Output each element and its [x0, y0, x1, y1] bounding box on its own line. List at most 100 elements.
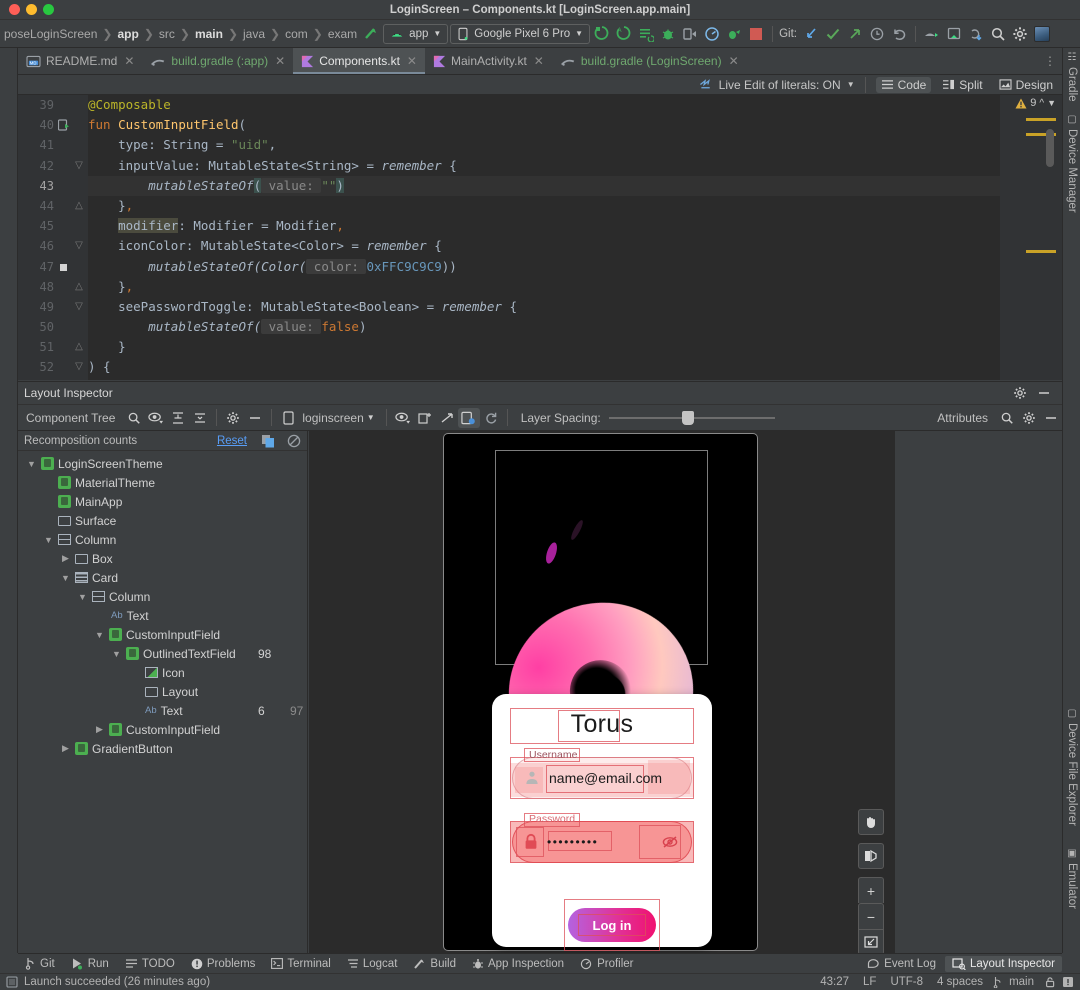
panel-settings-gear-icon[interactable]	[1008, 386, 1032, 400]
bottom-item-run[interactable]: Run	[64, 955, 116, 972]
tree-node-text-inner[interactable]: Ab Text 6 97	[18, 701, 307, 720]
pan-tool-button[interactable]	[858, 809, 884, 835]
status-message[interactable]: Launch succeeded (26 minutes ago)	[24, 976, 210, 988]
fold-marker[interactable]: △	[74, 277, 84, 297]
fold-marker[interactable]: ▽	[74, 297, 84, 317]
lock-status-icon[interactable]	[1044, 976, 1056, 988]
device-preview-canvas[interactable]: Torus name@email.com Username ••••••••• …	[309, 431, 894, 955]
zoom-fit-button[interactable]	[858, 929, 884, 955]
tree-node-materialtheme[interactable]: ▶ MaterialTheme	[18, 473, 307, 492]
bottom-item-todo[interactable]: TODO	[118, 956, 182, 972]
breadcrumb-java[interactable]: java	[241, 27, 267, 41]
prev-problem-icon[interactable]: ^	[1039, 98, 1044, 109]
chevron-right-icon[interactable]: ▶	[94, 724, 105, 735]
tree-node-column-inner[interactable]: ▼ Column	[18, 587, 307, 606]
make-project-icon[interactable]	[361, 24, 381, 44]
attributes-panel[interactable]	[894, 431, 1062, 953]
reset-counts-link[interactable]: Reset	[217, 435, 247, 447]
git-rollback-icon[interactable]	[889, 24, 909, 44]
slider-knob[interactable]	[681, 410, 694, 425]
editor-mode-split[interactable]: Split	[937, 77, 987, 93]
device-selector[interactable]: Google Pixel 6 Pro ▼	[450, 23, 591, 44]
user-avatar[interactable]	[1032, 24, 1052, 44]
sync-gradle-icon[interactable]	[966, 24, 986, 44]
bottom-item-terminal[interactable]: Terminal	[264, 956, 337, 972]
tree-expand-all-icon[interactable]	[167, 408, 189, 428]
device-render[interactable]: Torus name@email.com Username ••••••••• …	[444, 434, 757, 951]
live-updates-toggle[interactable]	[457, 407, 480, 428]
bottom-item-logcat[interactable]: Logcat	[340, 956, 405, 972]
stop-button[interactable]	[746, 24, 766, 44]
fold-marker[interactable]: △	[74, 337, 84, 357]
breadcrumb-com[interactable]: com	[283, 27, 310, 41]
bottom-item-event-log[interactable]: Event Log	[860, 956, 943, 972]
tree-node-custominputfield[interactable]: ▼ CustomInputField	[18, 625, 307, 644]
tab-build-gradle-loginscreen[interactable]: build.gradle (LoginScreen) ✕	[552, 48, 747, 74]
breadcrumb-main[interactable]: main	[193, 27, 225, 41]
zoom-in-button[interactable]: +	[858, 877, 884, 903]
strip-item-device-file-explorer[interactable]: ▢ Device File Explorer	[1063, 708, 1080, 842]
fold-marker[interactable]: △	[74, 196, 84, 216]
editor-mode-code[interactable]: Code	[875, 76, 932, 93]
attributes-minimize-icon[interactable]	[1040, 408, 1062, 428]
chevron-down-icon[interactable]: ▼	[94, 630, 105, 640]
clear-counts-icon[interactable]	[281, 434, 301, 448]
close-icon[interactable]: ✕	[275, 54, 285, 68]
bottom-item-app-inspection[interactable]: App Inspection	[465, 956, 571, 972]
gutter-marker[interactable]	[1026, 118, 1056, 121]
chevron-down-icon[interactable]: ▼	[77, 592, 88, 602]
tab-readme[interactable]: MD README.md ✕	[18, 48, 142, 74]
avd-manager-icon[interactable]	[922, 24, 942, 44]
bottom-item-build[interactable]: Build	[406, 956, 463, 972]
close-icon[interactable]: ✕	[729, 54, 739, 68]
breadcrumb-exam[interactable]: exam	[326, 27, 359, 41]
chevron-right-icon[interactable]: ▶	[60, 743, 71, 754]
sdk-manager-icon[interactable]	[944, 24, 964, 44]
tree-node-box[interactable]: ▶ Box	[18, 549, 307, 568]
git-history-icon[interactable]	[867, 24, 887, 44]
git-push-icon[interactable]	[845, 24, 865, 44]
toggle-3d-icon[interactable]	[436, 408, 458, 428]
chevron-down-icon[interactable]: ▼	[111, 649, 122, 659]
eye-off-icon[interactable]	[661, 834, 679, 850]
zoom-out-button[interactable]: −	[858, 903, 884, 929]
inspection-status[interactable]: 9 ^ ▼	[1015, 97, 1056, 109]
layer-spacing-slider[interactable]	[608, 410, 775, 425]
fold-marker[interactable]: ▽	[74, 156, 84, 176]
chevron-down-icon[interactable]: ▼	[60, 573, 71, 583]
chevron-right-icon[interactable]: ▶	[60, 553, 71, 564]
layer-mode-button[interactable]	[858, 843, 884, 869]
chevron-down-icon[interactable]: ▼	[26, 459, 37, 469]
tree-node-layout[interactable]: Layout	[18, 682, 307, 701]
indent-setting[interactable]: 4 spaces	[933, 976, 987, 988]
attributes-gear-icon[interactable]	[1018, 408, 1040, 428]
password-field-wrap[interactable]: ••••••••• Password	[510, 813, 694, 863]
strip-item-emulator[interactable]: ▣ Emulator	[1063, 848, 1080, 922]
run-button[interactable]	[592, 24, 612, 44]
bottom-item-profiler[interactable]: Profiler	[573, 956, 640, 972]
component-tree[interactable]: ▼ LoginScreenTheme ▶ MaterialTheme ▶ Mai…	[18, 451, 307, 758]
run-configuration-selector[interactable]: app ▼	[383, 23, 449, 44]
view-options-icon[interactable]	[392, 408, 414, 428]
tree-node-text[interactable]: Ab Text	[18, 606, 307, 625]
tab-components-kt[interactable]: Components.kt ✕	[293, 48, 425, 74]
git-commit-icon[interactable]	[823, 24, 843, 44]
attributes-search-icon[interactable]	[996, 408, 1018, 428]
tree-node-outlinedtextfield[interactable]: ▼ OutlinedTextField 98	[18, 644, 307, 663]
strip-item-device-manager[interactable]: ▢ Device Manager	[1063, 114, 1080, 224]
breadcrumb-project[interactable]: poseLoginScreen	[2, 27, 99, 41]
search-everywhere-icon[interactable]	[988, 24, 1008, 44]
tree-node-card[interactable]: ▼ Card	[18, 568, 307, 587]
toggle-overlay-icon[interactable]	[414, 408, 436, 428]
breadcrumb-src[interactable]: src	[157, 27, 177, 41]
file-encoding[interactable]: UTF-8	[886, 976, 927, 988]
editor-mode-design[interactable]: Design	[994, 77, 1058, 93]
tab-mainactivity-kt[interactable]: MainActivity.kt ✕	[425, 48, 552, 74]
apply-changes-button[interactable]	[636, 24, 656, 44]
component-tree-panel[interactable]: Recomposition counts Reset ▼ LoginScreen…	[18, 431, 308, 953]
line-separator[interactable]: LF	[859, 976, 880, 988]
tabs-overflow-menu-icon[interactable]: ⋮	[1038, 48, 1062, 74]
editor-scrollbar-thumb[interactable]	[1046, 129, 1054, 167]
strip-item-gradle[interactable]: ☷ Gradle	[1063, 52, 1080, 110]
username-field-wrap[interactable]: name@email.com Username	[510, 748, 694, 799]
